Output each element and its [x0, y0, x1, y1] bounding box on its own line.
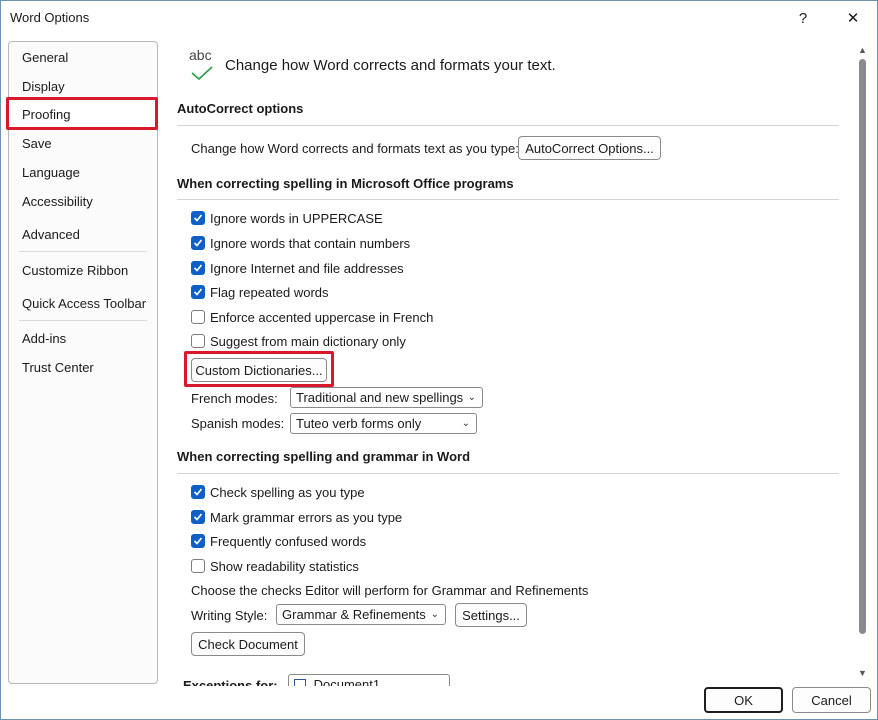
close-icon: ✕ [846, 10, 860, 27]
section-title-autocorrect: AutoCorrect options [177, 101, 304, 116]
nav-item-add-ins[interactable]: Add-ins [9, 326, 157, 352]
check-document-button[interactable]: Check Document [191, 632, 305, 656]
checkbox-suggest-main-dictionary[interactable] [191, 334, 205, 348]
close-button[interactable]: ✕ [833, 5, 873, 31]
nav-divider [19, 251, 147, 252]
autocorrect-options-button[interactable]: AutoCorrect Options... [518, 136, 661, 160]
checkbox-enforce-accented[interactable] [191, 310, 205, 324]
page-header: Change how Word corrects and formats you… [225, 57, 556, 74]
scrollbar-thumb[interactable] [859, 59, 866, 634]
checkbox-flag-repeated[interactable] [191, 285, 205, 299]
nav-item-general[interactable]: General [9, 45, 157, 71]
nav-item-proofing[interactable]: Proofing [9, 102, 157, 128]
checkbox-label: Check spelling as you type [210, 485, 365, 500]
checkbox-label: Mark grammar errors as you type [210, 510, 403, 525]
scroll-up-icon[interactable]: ▲ [858, 45, 867, 55]
checkbox-ignore-numbers[interactable] [191, 236, 205, 250]
spanish-modes-select[interactable]: Tuteo verb forms only ⌄ [290, 413, 477, 434]
checkbox-label: Enforce accented uppercase in French [210, 310, 434, 325]
section-rule [177, 125, 839, 126]
nav-item-quick-access-toolbar[interactable]: Quick Access Toolbar [9, 291, 157, 317]
window-title: Word Options [10, 10, 90, 25]
writing-style-label: Writing Style: [191, 608, 268, 623]
title-bar: Word Options ? ✕ [1, 1, 877, 35]
content-scrollbar[interactable]: ▲ ▼ [856, 41, 870, 686]
writing-style-select[interactable]: Grammar & Refinements ⌄ [276, 604, 446, 625]
exceptions-row: Exceptions for: Document1 [163, 674, 853, 686]
checkbox-label: Show readability statistics [210, 559, 359, 574]
exceptions-select[interactable]: Document1 [288, 674, 450, 686]
checkmark-icon [193, 214, 203, 222]
scroll-down-icon[interactable]: ▼ [858, 668, 867, 678]
checkbox-label: Ignore words in UPPERCASE [210, 211, 383, 226]
french-modes-label: French modes: [191, 391, 278, 406]
exceptions-label: Exceptions for: [183, 678, 278, 686]
chevron-down-icon: ⌄ [430, 609, 439, 620]
settings-button[interactable]: Settings... [455, 603, 527, 627]
nav-item-accessibility[interactable]: Accessibility [9, 189, 157, 215]
nav-divider [19, 320, 147, 321]
chevron-down-icon: ⌄ [467, 392, 476, 403]
editor-description: Choose the checks Editor will perform fo… [191, 583, 589, 598]
nav-item-language[interactable]: Language [9, 160, 157, 186]
ok-button[interactable]: OK [704, 687, 783, 713]
nav-item-advanced[interactable]: Advanced [9, 222, 157, 248]
section-rule [177, 199, 839, 200]
custom-dictionaries-button[interactable]: Custom Dictionaries... [191, 358, 327, 382]
checkbox-label: Flag repeated words [210, 285, 329, 300]
checkmark-icon [193, 264, 203, 272]
checkmark-icon [193, 288, 203, 296]
word-options-dialog: Word Options ? ✕ General Display Proofin… [0, 0, 878, 720]
checkbox-label: Suggest from main dictionary only [210, 334, 406, 349]
proofing-content: abc Change how Word corrects and formats… [163, 41, 853, 686]
help-button[interactable]: ? [783, 5, 823, 31]
checkmark-icon [193, 537, 203, 545]
french-modes-select[interactable]: Traditional and new spellings ⌄ [290, 387, 483, 408]
checkbox-mark-grammar[interactable] [191, 510, 205, 524]
checkmark-icon [193, 488, 203, 496]
checkbox-readability[interactable] [191, 559, 205, 573]
abc-check-icon: abc [187, 47, 215, 81]
checkmark-icon [193, 513, 203, 521]
section-title-word-spelling: When correcting spelling and grammar in … [177, 449, 471, 464]
document-icon [294, 678, 306, 686]
nav-item-trust-center[interactable]: Trust Center [9, 355, 157, 381]
checkbox-check-spelling[interactable] [191, 485, 205, 499]
nav-item-save[interactable]: Save [9, 131, 157, 157]
checkbox-ignore-uppercase[interactable] [191, 211, 205, 225]
autocorrect-description: Change how Word corrects and formats tex… [191, 141, 519, 156]
options-nav: General Display Proofing Save Language A… [6, 41, 158, 684]
question-icon: ? [798, 9, 808, 27]
checkbox-confused-words[interactable] [191, 534, 205, 548]
section-rule [177, 473, 839, 474]
chevron-down-icon: ⌄ [461, 418, 470, 429]
checkbox-label: Frequently confused words [210, 534, 367, 549]
section-title-office-spelling: When correcting spelling in Microsoft Of… [177, 176, 514, 191]
nav-item-customize-ribbon[interactable]: Customize Ribbon [9, 258, 157, 284]
spanish-modes-label: Spanish modes: [191, 416, 285, 431]
checkbox-ignore-internet[interactable] [191, 261, 205, 275]
cancel-button[interactable]: Cancel [792, 687, 871, 713]
checkbox-label: Ignore Internet and file addresses [210, 261, 404, 276]
checkmark-icon [193, 239, 203, 247]
checkbox-label: Ignore words that contain numbers [210, 236, 411, 251]
